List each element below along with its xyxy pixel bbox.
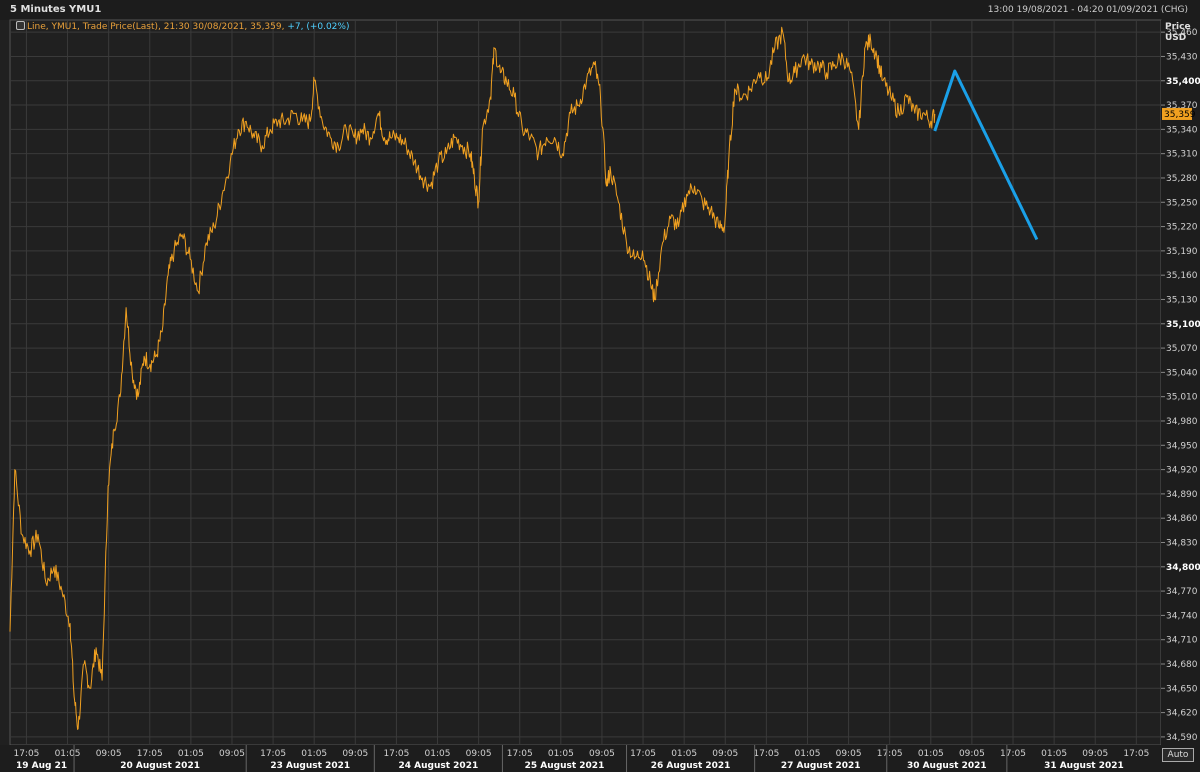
day-label: 26 August 2021 (651, 761, 731, 771)
day-label: 30 August 2021 (907, 761, 987, 771)
y-tick-label: 34,860 (1166, 514, 1198, 524)
x-tick-label: 01:05 (1041, 749, 1067, 759)
chart-window: 5 Minutes YMU1 13:00 19/08/2021 - 04:20 … (0, 0, 1200, 772)
price-chart[interactable]: 35,46035,43035,40035,37035,34035,31035,2… (0, 0, 1200, 772)
x-tick-label: 17:05 (260, 749, 286, 759)
x-tick-label: 09:05 (836, 749, 862, 759)
x-tick-label: 09:05 (219, 749, 245, 759)
x-tick-label: 09:05 (1082, 749, 1108, 759)
legend-change: +7, (+0.02%) (287, 22, 350, 32)
y-tick-label: 35,280 (1166, 174, 1198, 184)
y-tick-label: 34,890 (1166, 490, 1198, 500)
day-label: 23 August 2021 (270, 761, 350, 771)
y-tick-label: 34,950 (1166, 441, 1198, 451)
x-tick-label: 01:05 (548, 749, 574, 759)
x-tick-label: 09:05 (466, 749, 492, 759)
x-tick-label: 17:05 (13, 749, 39, 759)
y-tick-label: 34,830 (1166, 538, 1198, 548)
y-tick-label: 34,770 (1166, 587, 1198, 597)
y-tick-label: 34,740 (1166, 611, 1198, 621)
auto-scale-button[interactable]: Auto (1162, 748, 1194, 762)
x-tick-label: 17:05 (877, 749, 903, 759)
y-tick-label: 35,010 (1166, 393, 1198, 403)
y-tick-label: 34,980 (1166, 417, 1198, 427)
y-tick-label: 35,400 (1166, 77, 1200, 87)
y-tick-label: 34,800 (1166, 563, 1200, 573)
y-tick-label: 35,430 (1166, 52, 1198, 62)
x-tick-label: 01:05 (795, 749, 821, 759)
x-tick-label: 01:05 (301, 749, 327, 759)
y-axis-unit: USD (1165, 33, 1186, 43)
series-legend[interactable]: Line, YMU1, Trade Price(Last), 21:30 30/… (16, 21, 349, 32)
y-tick-label: 35,160 (1166, 271, 1198, 281)
y-tick-label: 35,310 (1166, 150, 1198, 160)
y-tick-label: 34,620 (1166, 709, 1198, 719)
plot-area (9, 19, 1162, 746)
legend-toggle-icon[interactable] (16, 21, 25, 30)
x-tick-label: 01:05 (671, 749, 697, 759)
x-tick-label: 09:05 (712, 749, 738, 759)
current-price-label: 35,359 (1164, 110, 1196, 120)
y-tick-label: 34,590 (1166, 733, 1198, 743)
x-tick-label: 17:05 (1000, 749, 1026, 759)
x-tick-label: 17:05 (383, 749, 409, 759)
x-tick-label: 09:05 (96, 749, 122, 759)
x-tick-label: 01:05 (55, 749, 81, 759)
day-label: 24 August 2021 (399, 761, 479, 771)
y-tick-label: 35,340 (1166, 125, 1198, 135)
x-tick-label: 01:05 (178, 749, 204, 759)
y-tick-label: 35,040 (1166, 368, 1198, 378)
day-label: 19 Aug 21 (16, 761, 67, 771)
x-tick-label: 01:05 (918, 749, 944, 759)
y-tick-label: 35,190 (1166, 247, 1198, 257)
x-tick-label: 09:05 (589, 749, 615, 759)
x-tick-label: 09:05 (342, 749, 368, 759)
x-tick-label: 17:05 (630, 749, 656, 759)
y-tick-label: 35,100 (1166, 320, 1200, 330)
x-tick-label: 17:05 (507, 749, 533, 759)
x-tick-label: 17:05 (753, 749, 779, 759)
y-tick-label: 35,070 (1166, 344, 1198, 354)
x-tick-label: 17:05 (137, 749, 163, 759)
y-tick-label: 34,710 (1166, 636, 1198, 646)
y-tick-label: 35,220 (1166, 223, 1198, 233)
day-label: 31 August 2021 (1044, 761, 1124, 771)
x-tick-label: 17:05 (1123, 749, 1149, 759)
day-label: 27 August 2021 (781, 761, 861, 771)
x-tick-label: 09:05 (959, 749, 985, 759)
y-axis-title: Price (1165, 22, 1191, 32)
day-label: 20 August 2021 (120, 761, 200, 771)
y-tick-label: 35,130 (1166, 295, 1198, 305)
y-tick-label: 34,680 (1166, 660, 1198, 670)
day-label: 25 August 2021 (525, 761, 605, 771)
y-tick-label: 35,250 (1166, 198, 1198, 208)
y-tick-label: 34,920 (1166, 466, 1198, 476)
y-tick-label: 34,650 (1166, 684, 1198, 694)
legend-text: Line, YMU1, Trade Price(Last), 21:30 30/… (27, 22, 288, 32)
x-tick-label: 01:05 (425, 749, 451, 759)
